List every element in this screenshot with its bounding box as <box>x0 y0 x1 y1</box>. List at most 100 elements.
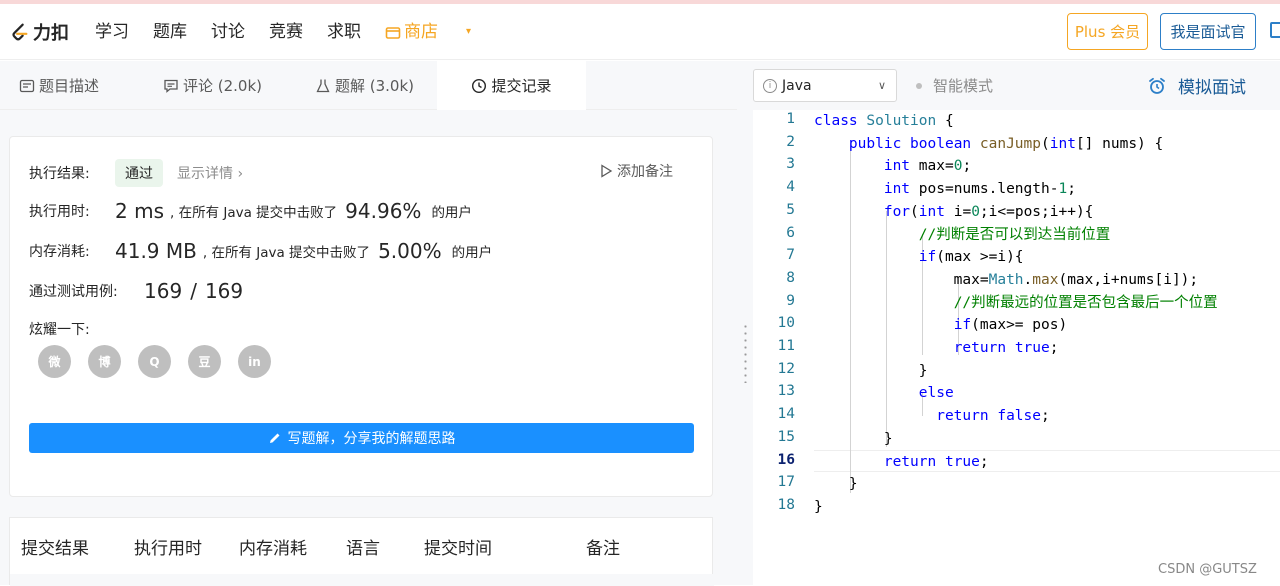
nav-shop[interactable]: 商店 ▾ <box>385 20 495 44</box>
nav-learn[interactable]: 学习 <box>95 20 129 44</box>
linkedin-icon[interactable]: in <box>238 345 271 378</box>
column-header-language: 语言 <box>346 539 380 559</box>
logo-text: 力扣 <box>33 23 69 44</box>
line-number: 12 <box>777 360 795 377</box>
column-header-memory: 内存消耗 <box>239 539 307 559</box>
table-divider <box>10 574 714 586</box>
tests-row: 通过测试用例: 169 / 169 <box>29 279 243 303</box>
nav-links: 学习 题库 讨论 竞赛 求职 商店 ▾ <box>95 20 519 44</box>
line-number: 17 <box>777 474 795 491</box>
runtime-users-text: 的用户 <box>431 205 472 221</box>
code-line[interactable]: if(max >=i){ <box>814 246 1024 269</box>
line-number: 13 <box>777 383 795 400</box>
memory-percent: 5.00% <box>378 239 442 263</box>
nav-jobs[interactable]: 求职 <box>327 20 361 44</box>
line-number: 2 <box>786 133 795 150</box>
add-note-button[interactable]: 添加备注 <box>599 161 673 181</box>
weibo-icon[interactable]: 博 <box>88 345 121 378</box>
qq-icon[interactable]: Q <box>138 345 171 378</box>
mock-interview-button[interactable]: 模拟面试 <box>1148 73 1246 98</box>
write-solution-label: 写题解，分享我的解题思路 <box>287 431 456 447</box>
code-line[interactable]: return true; <box>814 451 989 474</box>
code-line[interactable]: //判断最远的位置是否包含最后一个位置 <box>814 292 1218 315</box>
result-card: 执行结果: 通过 显示详情 › 添加备注 执行用时: 2 ms , 在所有 Ja… <box>9 136 713 497</box>
tests-total: 169 <box>204 279 244 303</box>
show-details-link[interactable]: 显示详情 › <box>177 163 243 183</box>
line-number: 1 <box>786 111 795 127</box>
write-solution-button[interactable]: 写题解，分享我的解题思路 <box>29 423 694 453</box>
tab-description[interactable]: 题目描述 <box>19 61 99 110</box>
runtime-row: 执行用时: 2 ms , 在所有 Java 提交中击败了 94.96% 的用户 <box>29 199 472 223</box>
douban-icon[interactable]: 豆 <box>188 345 221 378</box>
code-line[interactable]: } <box>814 496 823 519</box>
chevron-down-icon: ∨ <box>877 79 886 92</box>
tab-submissions[interactable]: 提交记录 <box>437 61 586 110</box>
runtime-beat-text: , 在所有 Java 提交中击败了 <box>169 205 338 221</box>
chevron-down-icon: ▾ <box>466 26 472 37</box>
memory-beat-text: , 在所有 Java 提交中击败了 <box>202 245 371 261</box>
show-details-text: 显示详情 <box>177 166 233 182</box>
code-line[interactable]: if(max>= pos) <box>814 314 1068 337</box>
code-line[interactable]: max=Math.max(max,i+nums[i]); <box>814 269 1198 292</box>
line-number: 5 <box>786 201 795 218</box>
status-badge: 通过 <box>115 159 163 187</box>
code-line[interactable]: int max=0; <box>814 155 971 178</box>
code-editor[interactable]: 1 2 3 4 5 6 7 8 9 10 11 12 13 14 15 16 17 18 class Soluti… <box>753 110 1280 585</box>
submission-panel: 执行结果: 通过 显示详情 › 添加备注 执行用时: 2 ms , 在所有 Ja… <box>0 110 737 586</box>
code-line[interactable]: return false; <box>814 405 1050 428</box>
tests-label: 通过测试用例: <box>29 284 118 300</box>
code-line[interactable]: } <box>814 428 893 451</box>
tab-comments[interactable]: 评论 (2.0k) <box>163 61 262 110</box>
line-number: 9 <box>786 292 795 309</box>
smart-mode-dot-icon <box>916 82 922 89</box>
line-number: 8 <box>786 269 795 286</box>
top-navbar: 力扣 学习 题库 讨论 竞赛 求职 商店 ▾ Plus 会员 我是面试官 <box>0 4 1280 60</box>
drag-handle-icon[interactable] <box>744 323 747 383</box>
line-number: 14 <box>777 406 795 423</box>
code-line[interactable]: } <box>814 360 928 383</box>
wechat-icon[interactable]: 微 <box>38 345 71 378</box>
column-header-time: 提交时间 <box>424 539 492 559</box>
share-label: 炫耀一下: <box>29 322 90 338</box>
nav-contest[interactable]: 竞赛 <box>269 20 303 44</box>
tab-solutions[interactable]: 题解 (3.0k) <box>315 61 414 110</box>
code-line[interactable]: else <box>814 382 954 405</box>
code-line[interactable]: } <box>814 473 858 496</box>
code-line[interactable]: //判断是否可以到达当前位置 <box>814 224 1110 247</box>
info-icon: i <box>763 78 777 93</box>
code-line[interactable]: public boolean canJump(int[] nums) { <box>814 133 1163 156</box>
tests-separator: / <box>190 279 197 303</box>
interviewer-button[interactable]: 我是面试官 <box>1160 13 1256 50</box>
code-line[interactable]: class Solution { <box>814 110 954 133</box>
description-icon <box>19 79 35 92</box>
clock-icon <box>472 78 487 93</box>
line-number: 6 <box>786 224 795 241</box>
language-select[interactable]: i Java ∨ <box>753 69 897 102</box>
code-line[interactable]: int pos=nums.length-1; <box>814 178 1076 201</box>
memory-users-text: 的用户 <box>451 245 493 261</box>
share-icons: 微 博 Q 豆 in <box>38 345 288 378</box>
alarm-clock-icon <box>1149 77 1165 94</box>
mock-interview-label: 模拟面试 <box>1178 78 1246 98</box>
leetcode-logo[interactable]: 力扣 <box>8 20 69 44</box>
code-line[interactable]: for(int i=0;i<=pos;i++){ <box>814 201 1094 224</box>
runtime-value: 2 ms <box>115 199 164 223</box>
smart-mode-toggle[interactable]: 智能模式 <box>916 75 993 96</box>
line-number: 16 <box>777 451 795 468</box>
tab-description-label: 题目描述 <box>39 77 100 95</box>
nav-problemset[interactable]: 题库 <box>153 20 187 44</box>
device-icon[interactable] <box>1270 22 1280 38</box>
line-number: 18 <box>777 496 795 513</box>
editor-toolbar: i Java ∨ 智能模式 模拟面试 <box>753 61 1280 110</box>
exec-result-row: 执行结果: 通过 显示详情 › <box>29 159 243 187</box>
line-number: 15 <box>777 428 795 445</box>
plus-member-button[interactable]: Plus 会员 <box>1067 13 1148 50</box>
line-number: 3 <box>786 156 795 173</box>
add-note-label: 添加备注 <box>617 164 673 180</box>
nav-discuss[interactable]: 讨论 <box>211 20 245 44</box>
panel-splitter[interactable] <box>737 61 753 585</box>
memory-label: 内存消耗: <box>29 244 90 260</box>
shop-icon <box>385 27 401 39</box>
code-line[interactable]: return true; <box>814 337 1059 360</box>
line-number: 10 <box>777 315 795 332</box>
